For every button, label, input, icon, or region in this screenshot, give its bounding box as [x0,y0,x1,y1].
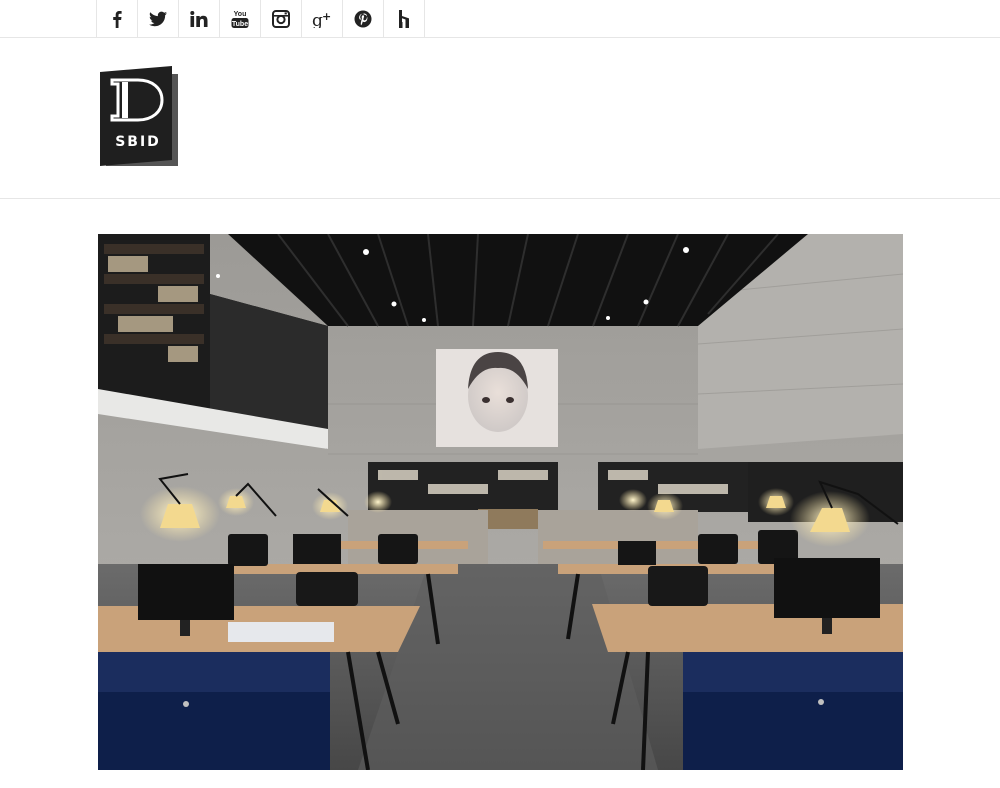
youtube-icon: You Tube [231,11,249,28]
google-plus-icon: g + [312,10,331,28]
hero-image [98,234,903,770]
svg-text:You: You [234,11,247,18]
facebook-link[interactable] [97,0,138,37]
office-interior-photo [98,234,903,770]
logo-text: SBID [115,134,161,150]
google-plus-link[interactable]: g + [302,0,343,37]
pinterest-icon [354,10,372,27]
sbid-logo-mark [100,66,178,166]
linkedin-icon [190,10,208,27]
twitter-link[interactable] [138,0,179,37]
linkedin-link[interactable] [179,0,220,37]
pinterest-link[interactable] [343,0,384,37]
monitor-left [138,564,234,620]
houzz-link[interactable] [384,0,425,37]
social-links: You Tube g + [96,0,425,37]
youtube-link[interactable]: You Tube [220,0,261,37]
instagram-link[interactable] [261,0,302,37]
monitor-right [774,558,880,618]
site-header: SBID [0,38,1000,199]
instagram-icon [272,9,290,28]
sbid-logo[interactable]: SBID [100,66,180,170]
svg-text:+: + [322,10,331,23]
svg-text:Tube: Tube [232,21,248,28]
houzz-icon [399,9,409,28]
top-social-bar: You Tube g + [0,0,1000,38]
facebook-icon [113,10,122,28]
twitter-icon [149,11,167,26]
